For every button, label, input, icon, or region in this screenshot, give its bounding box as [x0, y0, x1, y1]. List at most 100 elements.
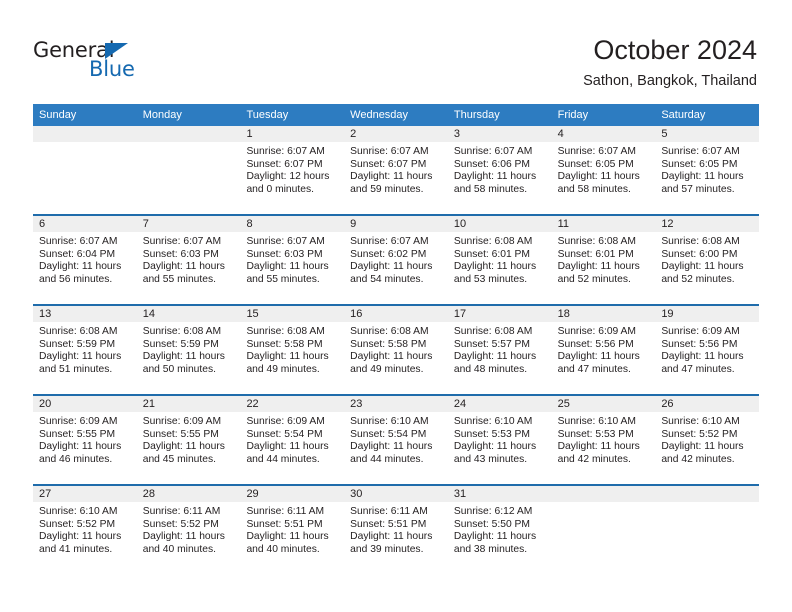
day-info-line: Sunrise: 6:07 AM [142, 236, 222, 247]
day-info-line: Sunset: 5:52 PM [142, 518, 219, 530]
day-cell-4[interactable]: 4 Sunrise: 6:07 AM Sunset: 6:05 PM Daylight… [551, 126, 656, 214]
day-sun-info: Sunrise: 6:08 AM Sunset: 5:57 PM Daylight:… [448, 322, 552, 376]
day-info-line: and 55 minutes. [142, 273, 216, 285]
day-cell-empty [136, 126, 241, 214]
day-cell-30[interactable]: 30 Sunrise: 6:11 AM Sunset: 5:51 PM Dayligh… [344, 486, 448, 574]
day-info-line: and 44 minutes. [246, 453, 320, 465]
day-sun-info: Sunrise: 6:09 AM Sunset: 5:55 PM Daylight:… [137, 412, 241, 466]
day-cell-21[interactable]: 21 Sunrise: 6:09 AM Sunset: 5:55 PM Dayligh… [136, 396, 241, 484]
day-number: 27 [33, 486, 137, 502]
day-sun-info: Sunrise: 6:10 AM Sunset: 5:53 PM Daylight:… [552, 412, 656, 466]
day-sun-info: Sunrise: 6:09 AM Sunset: 5:56 PM Daylight:… [552, 322, 656, 376]
calendar-week-row: 20 Sunrise: 6:09 AM Sunset: 5:55 PM Dayligh… [33, 394, 760, 484]
day-cell-9[interactable]: 9 Sunrise: 6:07 AM Sunset: 6:02 PM Daylight… [344, 216, 448, 304]
day-cell-7[interactable]: 7 Sunrise: 6:07 AM Sunset: 6:03 PM Daylight… [136, 216, 241, 304]
day-cell-6[interactable]: 6 Sunrise: 6:07 AM Sunset: 6:04 PM Daylight… [33, 216, 137, 304]
day-info-line: Sunrise: 6:08 AM [142, 326, 222, 337]
day-sun-info: Sunrise: 6:08 AM Sunset: 5:58 PM Daylight:… [344, 322, 448, 376]
day-number: 8 [240, 216, 345, 232]
day-info-line: and 54 minutes. [350, 273, 424, 285]
day-cell-16[interactable]: 16 Sunrise: 6:08 AM Sunset: 5:58 PM Dayligh… [344, 306, 448, 394]
day-info-line: Sunrise: 6:11 AM [142, 506, 221, 517]
day-number: 6 [33, 216, 137, 232]
day-info-line: and 41 minutes. [39, 543, 113, 555]
day-info-line: Sunrise: 6:07 AM [350, 146, 429, 157]
day-info-line: and 52 minutes. [557, 273, 631, 285]
general-blue-logo: General Blue [33, 38, 193, 86]
day-info-line: Sunrise: 6:10 AM [39, 506, 118, 517]
day-number [655, 486, 760, 502]
calendar-week-row: 13 Sunrise: 6:08 AM Sunset: 5:59 PM Dayligh… [33, 304, 760, 394]
day-cell-23[interactable]: 23 Sunrise: 6:10 AM Sunset: 5:54 PM Dayligh… [344, 396, 448, 484]
logo-text-blue: Blue [89, 57, 135, 81]
day-cell-24[interactable]: 24 Sunrise: 6:10 AM Sunset: 5:53 PM Dayligh… [447, 396, 552, 484]
day-info-line: Sunset: 6:05 PM [661, 158, 738, 170]
day-info-line: and 52 minutes. [661, 273, 735, 285]
day-number: 24 [447, 396, 552, 412]
day-cell-5[interactable]: 5 Sunrise: 6:07 AM Sunset: 6:05 PM Daylight… [655, 126, 760, 214]
page-header: General Blue October 2024 Sathon, Bangko… [0, 0, 792, 104]
day-cell-27[interactable]: 27 Sunrise: 6:10 AM Sunset: 5:52 PM Dayligh… [33, 486, 137, 574]
day-number: 12 [655, 216, 760, 232]
day-info-line: Sunrise: 6:09 AM [661, 326, 740, 337]
day-info-line: and 48 minutes. [453, 363, 528, 375]
day-info-line: Sunset: 5:50 PM [453, 518, 531, 530]
day-cell-19[interactable]: 19 Sunrise: 6:09 AM Sunset: 5:56 PM Dayligh… [655, 306, 760, 394]
day-info-line: and 42 minutes. [557, 453, 631, 465]
day-number: 17 [447, 306, 552, 322]
day-info-line: Daylight: 11 hours [453, 441, 537, 453]
day-cell-29[interactable]: 29 Sunrise: 6:11 AM Sunset: 5:51 PM Dayligh… [240, 486, 345, 574]
day-info-line: Sunrise: 6:09 AM [39, 416, 118, 427]
day-info-line: Daylight: 11 hours [39, 441, 122, 453]
day-info-line: Sunset: 5:54 PM [246, 428, 323, 440]
day-info-line: Sunrise: 6:07 AM [246, 146, 325, 157]
day-info-line: and 55 minutes. [246, 273, 320, 285]
day-info-line: Sunrise: 6:09 AM [142, 416, 222, 427]
day-sun-info: Sunrise: 6:07 AM Sunset: 6:07 PM Daylight:… [344, 142, 448, 196]
day-number: 4 [551, 126, 656, 142]
day-sun-info [137, 142, 241, 146]
day-info-line: and 51 minutes. [39, 363, 113, 375]
day-info-line: Daylight: 11 hours [142, 261, 225, 273]
day-info-line: Daylight: 11 hours [661, 441, 744, 453]
day-info-line: Sunset: 6:01 PM [453, 248, 531, 260]
day-info-line: and 39 minutes. [350, 543, 424, 555]
day-number: 20 [33, 396, 137, 412]
day-cell-22[interactable]: 22 Sunrise: 6:09 AM Sunset: 5:54 PM Dayligh… [240, 396, 345, 484]
calendar-week-row: 6 Sunrise: 6:07 AM Sunset: 6:04 PM Daylight… [33, 214, 760, 304]
day-number: 13 [33, 306, 137, 322]
day-info-line: Sunrise: 6:08 AM [453, 326, 533, 337]
day-sun-info: Sunrise: 6:08 AM Sunset: 5:59 PM Daylight:… [33, 322, 137, 376]
day-cell-25[interactable]: 25 Sunrise: 6:10 AM Sunset: 5:53 PM Dayligh… [551, 396, 656, 484]
day-cell-26[interactable]: 26 Sunrise: 6:10 AM Sunset: 5:52 PM Dayligh… [655, 396, 760, 484]
day-cell-8[interactable]: 8 Sunrise: 6:07 AM Sunset: 6:03 PM Daylight… [240, 216, 345, 304]
day-info-line: Daylight: 11 hours [350, 531, 433, 543]
day-cell-12[interactable]: 12 Sunrise: 6:08 AM Sunset: 6:00 PM Dayligh… [655, 216, 760, 304]
day-cell-2[interactable]: 2 Sunrise: 6:07 AM Sunset: 6:07 PM Daylight… [344, 126, 448, 214]
day-info-line: Sunset: 5:55 PM [39, 428, 116, 440]
day-number [33, 126, 137, 142]
day-info-line: Sunset: 6:02 PM [350, 248, 427, 260]
day-cell-3[interactable]: 3 Sunrise: 6:07 AM Sunset: 6:06 PM Daylight… [447, 126, 552, 214]
day-cell-empty [655, 486, 760, 574]
day-cell-10[interactable]: 10 Sunrise: 6:08 AM Sunset: 6:01 PM Dayligh… [447, 216, 552, 304]
day-info-line: Sunrise: 6:12 AM [453, 506, 533, 517]
page-subtitle: Sathon, Bangkok, Thailand [583, 73, 757, 89]
day-info-line: Daylight: 11 hours [453, 351, 537, 363]
day-cell-14[interactable]: 14 Sunrise: 6:08 AM Sunset: 5:59 PM Dayligh… [136, 306, 241, 394]
day-cell-11[interactable]: 11 Sunrise: 6:08 AM Sunset: 6:01 PM Dayligh… [551, 216, 656, 304]
day-cell-15[interactable]: 15 Sunrise: 6:08 AM Sunset: 5:58 PM Dayligh… [240, 306, 345, 394]
day-info-line: Sunrise: 6:07 AM [453, 146, 533, 157]
day-sun-info: Sunrise: 6:07 AM Sunset: 6:07 PM Daylight:… [240, 142, 344, 196]
day-cell-20[interactable]: 20 Sunrise: 6:09 AM Sunset: 5:55 PM Dayligh… [33, 396, 137, 484]
day-cell-17[interactable]: 17 Sunrise: 6:08 AM Sunset: 5:57 PM Dayligh… [447, 306, 552, 394]
day-cell-31[interactable]: 31 Sunrise: 6:12 AM Sunset: 5:50 PM Dayligh… [447, 486, 552, 574]
day-cell-28[interactable]: 28 Sunrise: 6:11 AM Sunset: 5:52 PM Dayligh… [136, 486, 241, 574]
day-cell-1[interactable]: 1 Sunrise: 6:07 AM Sunset: 6:07 PM Daylight… [240, 126, 345, 214]
day-cell-18[interactable]: 18 Sunrise: 6:09 AM Sunset: 5:56 PM Dayligh… [551, 306, 656, 394]
day-info-line: and 0 minutes. [246, 183, 314, 195]
day-info-line: Daylight: 11 hours [246, 261, 329, 273]
day-cell-13[interactable]: 13 Sunrise: 6:08 AM Sunset: 5:59 PM Dayligh… [33, 306, 137, 394]
day-number [136, 126, 241, 142]
day-sun-info: Sunrise: 6:07 AM Sunset: 6:03 PM Daylight:… [137, 232, 241, 286]
